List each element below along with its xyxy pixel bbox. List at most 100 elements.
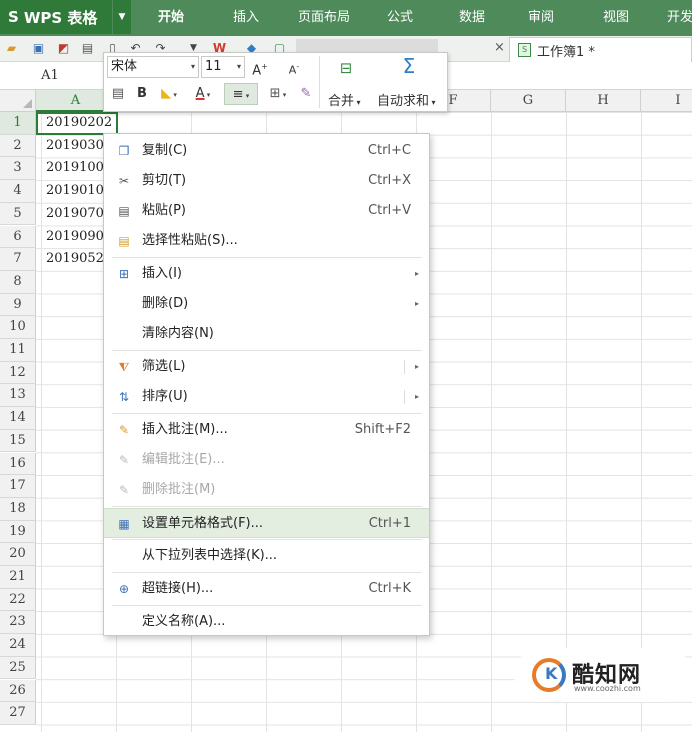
ribbon-tab[interactable]: 开发 bbox=[655, 0, 692, 36]
ribbon-tab[interactable]: 页面布局 bbox=[284, 0, 364, 36]
font-size-select[interactable]: 11 ▾ bbox=[201, 56, 245, 78]
context-menu-item[interactable]: ✂ 剪切(T) Ctrl+X bbox=[104, 166, 429, 196]
font-name-select[interactable]: 宋体 ▾ bbox=[107, 56, 199, 78]
bold-button[interactable]: B bbox=[133, 83, 151, 105]
font-color-button[interactable]: A ▾ bbox=[188, 83, 218, 105]
menu-separator bbox=[112, 413, 422, 414]
insert-comment-icon: ✎ bbox=[118, 423, 130, 437]
row-header[interactable]: 25 bbox=[0, 656, 36, 680]
context-menu-item[interactable]: 从下拉列表中选择(K)... bbox=[104, 541, 429, 571]
coozhi-logo-letter: K bbox=[545, 664, 558, 683]
shortcut-hint: Ctrl+X bbox=[368, 173, 411, 188]
autosum-button[interactable]: 自动求和 ▾ bbox=[377, 90, 436, 109]
row-header[interactable]: 11 bbox=[0, 339, 36, 362]
print-icon[interactable]: ▤ bbox=[80, 41, 95, 56]
row-header[interactable]: 2 bbox=[0, 134, 36, 158]
ribbon-tab[interactable]: 数据 bbox=[436, 0, 508, 36]
row-header[interactable]: 13 bbox=[0, 384, 36, 408]
row-header[interactable]: 10 bbox=[0, 316, 36, 339]
submenu-arrow-icon: ▸ bbox=[414, 392, 419, 401]
app-logo[interactable]: S WPS 表格 bbox=[0, 0, 112, 34]
fill-color-button[interactable]: ◣ ▾ bbox=[156, 83, 182, 105]
context-menu-item[interactable]: ▦ 设置单元格格式(F)... Ctrl+1 bbox=[104, 508, 429, 538]
export-pdf-icon[interactable]: ◩ bbox=[56, 41, 71, 56]
row-header[interactable]: 6 bbox=[0, 225, 36, 249]
context-menu-item[interactable]: 定义名称(A)... bbox=[104, 607, 429, 637]
font-size-value: 11 bbox=[205, 59, 222, 74]
context-menu-item-label: 删除(D) bbox=[142, 296, 189, 311]
save-icon[interactable]: ▣ bbox=[31, 41, 46, 56]
row-header[interactable]: 26 bbox=[0, 679, 36, 703]
ribbon-tab[interactable]: 视图 bbox=[588, 0, 644, 36]
doc-tab-workbook1[interactable]: S 工作簿1 * bbox=[509, 37, 692, 62]
context-menu-item[interactable]: ⧨ 筛选(L) ▸ bbox=[104, 352, 429, 382]
row-header[interactable]: 16 bbox=[0, 452, 36, 476]
app-menu-dropdown-icon[interactable]: ▼ bbox=[113, 0, 131, 34]
chevron-down-icon: ▾ bbox=[190, 62, 195, 71]
font-name-value: 宋体 bbox=[111, 59, 138, 74]
row-header[interactable]: 12 bbox=[0, 361, 36, 385]
name-box[interactable]: A1 bbox=[0, 66, 100, 86]
format-painter-icon[interactable]: ✎ bbox=[296, 83, 316, 105]
row-header[interactable]: 9 bbox=[0, 293, 36, 317]
context-menu-item[interactable]: ⊕ 超链接(H)... Ctrl+K bbox=[104, 574, 429, 604]
context-menu-item[interactable]: ⇅ 排序(U) ▸ bbox=[104, 382, 429, 412]
format-painter-cell-icon[interactable]: ▤ bbox=[108, 83, 128, 105]
menu-separator bbox=[112, 572, 422, 573]
row-header[interactable]: 17 bbox=[0, 475, 36, 498]
select-all-corner[interactable] bbox=[0, 90, 36, 112]
row-header[interactable]: 3 bbox=[0, 157, 36, 181]
coozhi-watermark: K 酷知网 www.coozhi.com bbox=[514, 648, 692, 702]
autosum-sigma-icon[interactable]: Σ bbox=[396, 55, 422, 77]
row-header[interactable]: 20 bbox=[0, 543, 36, 566]
row-header[interactable]: 14 bbox=[0, 407, 36, 430]
context-menu-item[interactable]: ❐ 复制(C) Ctrl+C bbox=[104, 136, 429, 166]
column-header[interactable]: G bbox=[491, 90, 566, 112]
row-header[interactable]: 18 bbox=[0, 497, 36, 521]
context-menu-item: ✎ 删除批注(M) bbox=[104, 475, 429, 505]
shrink-font-button[interactable]: A- bbox=[284, 56, 304, 78]
context-menu-item[interactable]: ⊞ 插入(I) ▸ bbox=[104, 259, 429, 289]
ribbon-tab[interactable]: 审阅 bbox=[511, 0, 571, 36]
row-header[interactable]: 5 bbox=[0, 202, 36, 226]
context-menu-item[interactable]: ▤ 选择性粘贴(S)... bbox=[104, 226, 429, 256]
context-menu-item[interactable]: 清除内容(N) bbox=[104, 319, 429, 349]
row-header[interactable]: 4 bbox=[0, 180, 36, 203]
row-header[interactable]: 19 bbox=[0, 520, 36, 544]
ribbon-bar: S WPS 表格 ▼ 开始 插入 页面布局 公式 数据 审阅 视图 开发 bbox=[0, 0, 692, 36]
open-folder-icon[interactable]: ▰ bbox=[4, 41, 19, 56]
context-menu-item[interactable]: ▤ 粘贴(P) Ctrl+V bbox=[104, 196, 429, 226]
shortcut-hint: Ctrl+1 bbox=[368, 516, 411, 531]
row-header[interactable]: 8 bbox=[0, 270, 36, 294]
merge-cells-icon[interactable]: ⊟ bbox=[334, 57, 358, 79]
row-header[interactable]: 7 bbox=[0, 248, 36, 271]
grow-font-button[interactable]: A+ bbox=[250, 56, 270, 78]
font-color-icon: A bbox=[195, 86, 205, 101]
row-header[interactable]: 21 bbox=[0, 566, 36, 589]
active-cell-a1[interactable] bbox=[36, 112, 118, 135]
filter-icon: ⧨ bbox=[118, 360, 130, 374]
context-menu-item[interactable]: ✎ 插入批注(M)... Shift+F2 bbox=[104, 415, 429, 445]
row-header[interactable]: 23 bbox=[0, 611, 36, 635]
ribbon-tab[interactable]: 开始 bbox=[139, 0, 203, 36]
copy-icon: ❐ bbox=[118, 144, 130, 158]
merge-cells-button[interactable]: 合并 ▾ bbox=[328, 90, 361, 109]
autosum-label: 自动求和 bbox=[377, 94, 430, 109]
watermark-url: www.coozhi.com bbox=[574, 684, 641, 693]
ribbon-tab[interactable]: 插入 bbox=[216, 0, 276, 36]
row-header[interactable]: 15 bbox=[0, 429, 36, 453]
row-header[interactable]: 22 bbox=[0, 588, 36, 612]
row-header[interactable]: 24 bbox=[0, 634, 36, 657]
ribbon-tab[interactable]: 公式 bbox=[380, 0, 420, 36]
merge-label: 合并 bbox=[328, 94, 355, 109]
align-center-button[interactable]: ≡ ▾ bbox=[224, 83, 258, 105]
row-header[interactable]: 27 bbox=[0, 702, 36, 725]
context-menu-item[interactable]: 删除(D) ▸ bbox=[104, 289, 429, 319]
close-doc-icon[interactable]: × bbox=[494, 40, 505, 55]
column-header[interactable]: I bbox=[641, 90, 692, 112]
shortcut-hint: Shift+F2 bbox=[354, 422, 411, 437]
paste-icon: ▤ bbox=[118, 204, 130, 218]
row-header[interactable]: 1 bbox=[0, 112, 36, 135]
column-header[interactable]: H bbox=[566, 90, 641, 112]
borders-button[interactable]: ⊞ ▾ bbox=[262, 83, 294, 105]
